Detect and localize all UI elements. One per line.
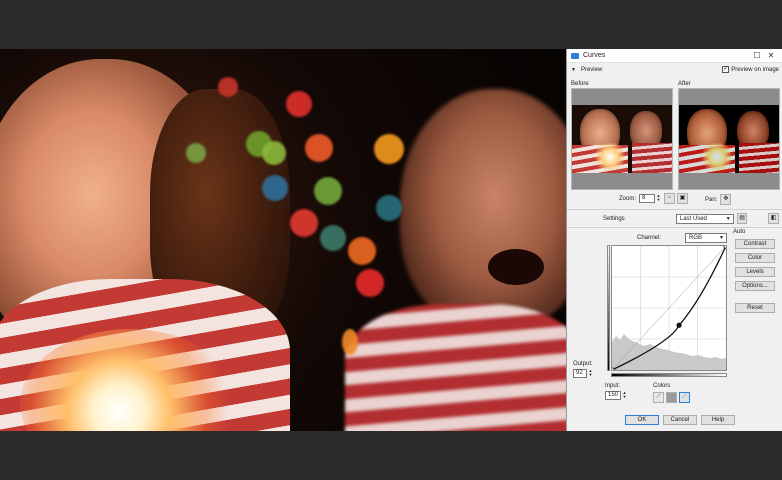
chevron-down-icon[interactable]: ▼ [571,67,576,73]
after-preview-image [679,105,779,173]
bokeh-light [376,195,402,221]
output-control: 92 ▲ ▼ [573,369,593,378]
before-label: Before [571,81,589,87]
photo-child-right-mouth [488,249,544,285]
settings-row: Settings Last Used ▼ ▤ ◧ [603,213,779,224]
settings-preset-value: Last Used [679,215,707,222]
dialog-titlebar[interactable]: Curves ☐ ✕ [567,49,782,63]
output-label: Output: [573,361,593,367]
zoom-control: Zoom: 8 ▲ ▼ ▫ ▣ [619,193,689,204]
bokeh-light [348,237,376,265]
preset-options-icon[interactable]: ◧ [768,213,779,224]
reset-button[interactable]: Reset [735,303,775,313]
curves-app-icon [571,52,579,59]
bokeh-light [320,225,346,251]
photo-child-right-face [400,89,566,329]
auto-contrast-button[interactable]: Contrast [735,239,775,249]
bokeh-light [314,177,342,205]
bokeh-light [186,143,206,163]
input-label: Input: [605,383,621,389]
input-stepper[interactable]: ▲ ▼ [622,391,627,400]
section-divider [567,227,782,228]
preview-section-header[interactable]: ▼ Preview ✓ Preview on image [571,66,779,73]
after-preview[interactable] [678,88,780,190]
photo-child-right-shirt [345,304,566,431]
pan-label: Pan: [705,196,718,203]
bokeh-light [290,209,318,237]
bokeh-light [262,175,288,201]
output-stepper[interactable]: ▲ ▼ [588,369,593,378]
input-control: 150 ▲ ▼ [605,391,627,400]
bokeh-light [286,91,312,117]
zoom-label: Zoom: [619,195,637,202]
gray-eyedropper-icon[interactable] [666,392,677,403]
auto-color-button[interactable]: Color [735,253,775,263]
before-preview-image [572,105,672,173]
output-input[interactable]: 92 [573,369,587,378]
settings-label: Settings [603,215,625,222]
zoom-stepper[interactable]: ▲ ▼ [656,194,661,203]
channel-row: Channel: RGB ▼ [637,233,727,243]
cancel-button[interactable]: Cancel [663,415,697,425]
pan-icon[interactable]: ✥ [720,194,732,205]
curve-point-selected[interactable] [676,322,682,328]
zoom-actual-button[interactable]: ▣ [677,193,689,204]
chevron-down-icon: ▼ [719,235,724,241]
curves-dialog: Curves ☐ ✕ ▼ Preview ✓ Preview on image … [566,49,782,431]
colors-label: Colors [653,383,671,389]
bokeh-light [262,141,286,165]
output-gradient-bar [607,245,610,371]
pan-control: Pan: ✥ [705,194,732,205]
black-eyedropper-icon[interactable]: ⟋ [653,392,664,403]
before-preview[interactable] [571,88,673,190]
help-button[interactable]: Help [701,415,735,425]
main-photo-canvas[interactable] [0,49,566,431]
after-label: After [678,81,691,87]
zoom-fit-button[interactable]: ▫ [664,193,676,204]
curve-graph[interactable] [609,243,729,373]
bokeh-light [218,77,238,97]
eyedropper-group: ⟋ ⟋ [653,392,690,403]
close-icon[interactable]: ✕ [764,51,778,60]
channel-select[interactable]: RGB ▼ [685,233,727,243]
curve-editor[interactable] [609,243,729,373]
bokeh-light [356,269,384,297]
maximize-icon[interactable]: ☐ [750,51,764,60]
dialog-title: Curves [583,52,606,59]
auto-levels-button[interactable]: Levels [735,267,775,277]
auto-options-button[interactable]: Options... [735,281,775,291]
bokeh-light [342,329,358,355]
auto-label: Auto [733,229,746,235]
input-gradient-bar [611,373,727,377]
ok-button[interactable]: OK [625,415,659,425]
bokeh-light [374,134,404,164]
bokeh-light [305,134,333,162]
zoom-input[interactable]: 8 [639,194,656,203]
white-eyedropper-icon[interactable]: ⟋ [679,392,690,403]
save-preset-icon[interactable]: ▤ [736,213,748,224]
chevron-down-icon: ▼ [725,215,731,222]
settings-preset-select[interactable]: Last Used ▼ [675,213,734,224]
application-canvas: Curves ☐ ✕ ▼ Preview ✓ Preview on image … [0,0,782,480]
preview-section-label: Preview [580,66,603,73]
channel-label: Channel: [637,235,662,241]
input-input[interactable]: 150 [605,391,621,400]
preview-on-image-label: Preview on image [731,66,779,73]
channel-value: RGB [689,235,703,241]
section-divider [567,209,782,210]
preview-on-image-checkbox[interactable]: ✓ [722,66,730,73]
